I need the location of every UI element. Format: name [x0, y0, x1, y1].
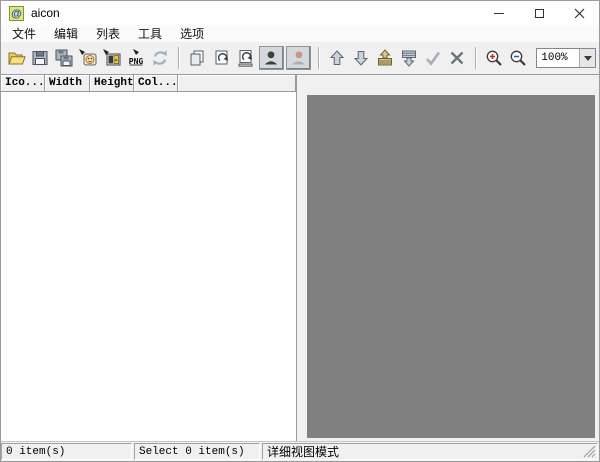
move-down-icon [351, 48, 371, 68]
zoom-level-value: 100% [537, 52, 579, 64]
open-folder-icon [6, 48, 26, 68]
column-header-icon[interactable]: Ico... [1, 75, 45, 92]
status-selection-text: Select 0 item(s) [139, 446, 245, 458]
window-title: aicon [31, 6, 60, 20]
list-header: Ico... Width Height Col... [1, 75, 296, 92]
maximize-button[interactable] [519, 1, 559, 25]
duplicate-commit-button[interactable] [234, 45, 258, 72]
apply-button[interactable] [421, 45, 445, 72]
menu-list[interactable]: 列表 [87, 24, 129, 43]
duplicate-commit-icon [236, 48, 256, 68]
toolbar-separator [318, 47, 319, 69]
export-png-button[interactable]: PNG [124, 45, 148, 72]
zoom-in-button[interactable] [482, 45, 506, 72]
save-button[interactable] [28, 45, 52, 72]
move-up-icon [327, 48, 347, 68]
icon-list-view[interactable]: Ico... Width Height Col... [1, 75, 297, 441]
chevron-down-icon [584, 56, 592, 61]
toolbar: PNG [1, 42, 599, 75]
duplicate-button[interactable] [209, 45, 233, 72]
maximize-icon [535, 9, 544, 18]
zoom-out-icon [508, 48, 528, 68]
panel-splitter[interactable] [297, 75, 307, 441]
import-icon-button[interactable] [100, 45, 124, 72]
resize-grip[interactable] [583, 445, 596, 458]
import-icon-icon [102, 48, 122, 68]
open-button[interactable] [4, 45, 28, 72]
title-bar[interactable]: @ aicon [1, 1, 599, 25]
preview-canvas[interactable] [307, 95, 595, 438]
toolbar-separator [178, 47, 179, 69]
column-header-label: Ico... [5, 77, 45, 89]
window-controls [479, 1, 599, 25]
status-item-count-text: 0 item(s) [6, 446, 65, 458]
status-item-count: 0 item(s) [1, 443, 132, 460]
copy-button[interactable] [185, 45, 209, 72]
close-button[interactable] [559, 1, 599, 25]
list-body[interactable] [1, 92, 296, 441]
column-header-colors[interactable]: Col... [134, 75, 178, 92]
menu-edit[interactable]: 编辑 [45, 24, 87, 43]
menu-options[interactable]: 选项 [171, 24, 213, 43]
menu-tools[interactable]: 工具 [129, 24, 171, 43]
menu-file[interactable]: 文件 [3, 24, 45, 43]
user-dark-icon [261, 48, 281, 68]
zoom-out-button[interactable] [506, 45, 530, 72]
column-header-filler [178, 75, 296, 92]
status-selection: Select 0 item(s) [134, 443, 260, 460]
column-header-label: Width [49, 77, 82, 89]
move-top-icon [375, 48, 395, 68]
user-light-button[interactable] [286, 46, 311, 70]
save-icon [30, 48, 50, 68]
refresh-button[interactable] [148, 45, 172, 72]
zoom-level-select[interactable]: 100% [536, 48, 596, 68]
status-view-mode-text: 详细视图模式 [267, 443, 339, 460]
duplicate-icon [212, 48, 232, 68]
move-down-button[interactable] [349, 45, 373, 72]
column-header-height[interactable]: Height [90, 75, 134, 92]
export-png-icon: PNG [126, 48, 146, 68]
zoom-dropdown-button[interactable] [579, 49, 595, 67]
import-image-button[interactable] [76, 45, 100, 72]
import-image-icon [78, 48, 98, 68]
save-all-icon [54, 48, 74, 68]
minimize-button[interactable] [479, 1, 519, 25]
user-light-icon [288, 48, 308, 68]
svg-text:@: @ [11, 8, 22, 20]
menu-bar: 文件 编辑 列表 工具 选项 [1, 25, 599, 42]
copy-icon [187, 48, 207, 68]
move-top-button[interactable] [373, 45, 397, 72]
column-header-label: Col... [138, 77, 178, 89]
move-up-button[interactable] [325, 45, 349, 72]
move-bottom-icon [399, 48, 419, 68]
column-header-width[interactable]: Width [45, 75, 90, 92]
minimize-icon [494, 13, 504, 14]
close-icon [574, 8, 585, 19]
toolbar-separator [475, 47, 476, 69]
status-view-mode: 详细视图模式 [262, 443, 598, 460]
check-icon [423, 48, 443, 68]
main-area: Ico... Width Height Col... [1, 75, 599, 441]
refresh-icon [150, 48, 170, 68]
move-bottom-button[interactable] [397, 45, 421, 72]
column-header-label: Height [94, 77, 134, 89]
user-dark-button[interactable] [259, 46, 284, 70]
zoom-in-icon [484, 48, 504, 68]
status-bar: 0 item(s) Select 0 item(s) 详细视图模式 [1, 441, 599, 461]
preview-panel [307, 75, 599, 441]
delete-x-icon [447, 48, 467, 68]
save-all-button[interactable] [52, 45, 76, 72]
delete-button[interactable] [445, 45, 469, 72]
app-icon: @ [9, 6, 24, 21]
app-window: @ aicon 文件 编辑 列表 工具 选项 [0, 0, 600, 462]
